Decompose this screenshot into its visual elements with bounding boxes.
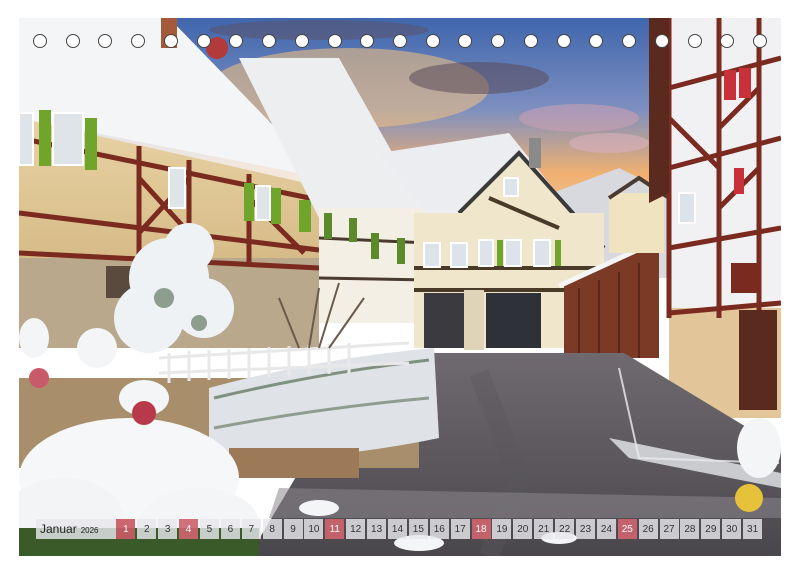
day-cell: 22 (555, 519, 575, 539)
day-cell: 18 (471, 519, 491, 539)
day-cell: 31 (743, 519, 763, 539)
day-cell: 9 (283, 519, 303, 539)
calendar-page: Januar 2026 1 2 3 4 5 6 7 8 9 10 11 12 13 14 15 16 17 18 1… (0, 0, 800, 575)
year: 2026 (80, 526, 99, 535)
day-cell: 26 (638, 519, 658, 539)
day-cell: 15 (408, 519, 428, 539)
month-name: Januar (40, 522, 77, 536)
day-cell: 25 (617, 519, 637, 539)
day-cell: 17 (450, 519, 470, 539)
day-cell: 2 (137, 519, 157, 539)
photo-winter-village (19, 18, 781, 556)
day-cell: 10 (304, 519, 324, 539)
day-cell: 20 (513, 519, 533, 539)
day-cell: 1 (116, 519, 136, 539)
day-cell: 19 (492, 519, 512, 539)
day-cell: 30 (722, 519, 742, 539)
day-cell: 29 (701, 519, 721, 539)
day-cell: 12 (346, 519, 366, 539)
day-cell: 4 (179, 519, 199, 539)
day-cell: 8 (262, 519, 282, 539)
day-cells: 1 2 3 4 5 6 7 8 9 10 11 12 13 14 15 16 17 18 19 20 21 22 23 24 2… (116, 519, 764, 539)
day-cell: 11 (325, 519, 345, 539)
day-cell: 6 (220, 519, 240, 539)
day-cell: 13 (367, 519, 387, 539)
day-cell: 21 (534, 519, 554, 539)
photo-illustration (19, 18, 781, 556)
day-cell: 16 (429, 519, 449, 539)
day-cell: 3 (158, 519, 178, 539)
day-cell: 23 (575, 519, 595, 539)
month-label: Januar 2026 (36, 519, 117, 539)
day-cell: 28 (680, 519, 700, 539)
right-half-timbered-house (649, 18, 781, 418)
day-cell: 27 (659, 519, 679, 539)
day-cell: 14 (387, 519, 407, 539)
day-cell: 5 (199, 519, 219, 539)
day-cell: 7 (241, 519, 261, 539)
date-strip: Januar 2026 1 2 3 4 5 6 7 8 9 10 11 12 13 14 15 16 17 18 1… (36, 519, 764, 539)
day-cell: 24 (596, 519, 616, 539)
